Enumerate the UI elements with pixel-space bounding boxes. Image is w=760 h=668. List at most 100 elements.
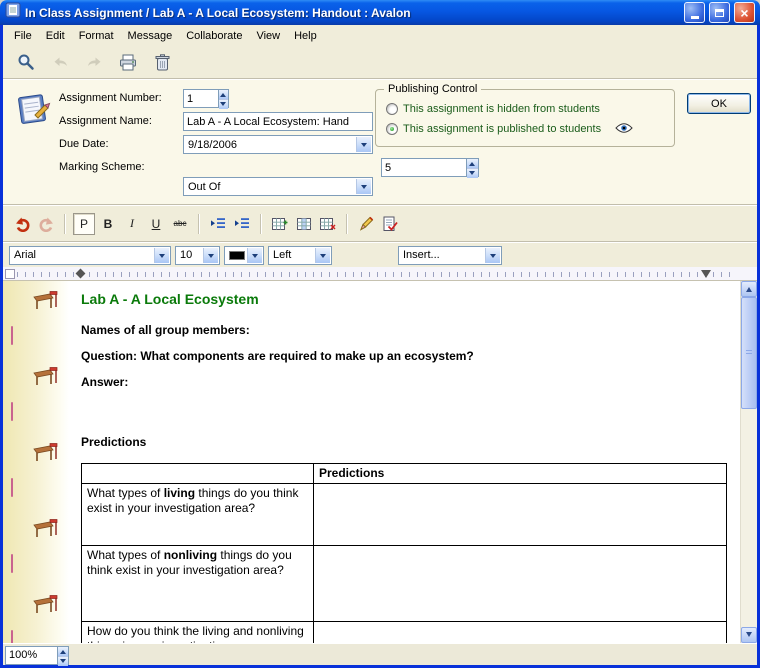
delete-icon[interactable] <box>149 50 175 74</box>
maximize-button[interactable] <box>709 2 730 23</box>
marking-points-input[interactable] <box>381 158 466 177</box>
table-question-cell[interactable]: What types of nonliving things do you th… <box>82 546 314 622</box>
font-family-dropdown[interactable]: Arial <box>9 246 171 265</box>
spin-down-icon[interactable] <box>219 100 228 109</box>
assignment-number-input[interactable] <box>183 89 218 108</box>
assignment-name-input[interactable] <box>183 112 373 131</box>
due-date-dropdown[interactable]: 9/18/2006 <box>183 135 373 154</box>
publishing-control-group: Publishing Control This assignment is hi… <box>375 89 675 147</box>
undo-icon[interactable] <box>11 213 33 235</box>
radio-hidden-label: This assignment is hidden from students <box>403 103 600 115</box>
minimize-button[interactable] <box>684 2 705 23</box>
desk-icon <box>33 289 59 313</box>
question-text: What types of <box>87 486 164 500</box>
indent-icon[interactable] <box>231 213 253 235</box>
assignment-number-stepper[interactable] <box>183 89 229 108</box>
menu-file[interactable]: File <box>7 28 39 44</box>
ok-button[interactable]: OK <box>687 93 751 114</box>
search-icon[interactable] <box>13 50 39 74</box>
table-answer-cell[interactable] <box>314 546 727 622</box>
alignment-dropdown[interactable]: Left <box>268 246 332 265</box>
table-corner-cell[interactable] <box>82 464 314 484</box>
table-answer-cell[interactable] <box>314 622 727 644</box>
assignment-number-label: Assignment Number: <box>59 89 177 108</box>
window-body: File Edit Format Message Collaborate Vie… <box>0 25 760 668</box>
radio-icon[interactable] <box>386 123 398 135</box>
font-family-value: Arial <box>14 249 36 261</box>
ruler-ticks <box>17 272 737 277</box>
redo-icon <box>35 213 57 235</box>
question-text: How do you think the living and nonlivin… <box>87 624 304 643</box>
spin-up-icon[interactable] <box>219 90 228 100</box>
names-line: Names of all group members: <box>81 323 726 337</box>
scrollbar-track[interactable] <box>741 297 757 627</box>
insert-table-icon[interactable] <box>269 213 291 235</box>
chevron-down-icon[interactable] <box>247 248 262 263</box>
toolbar-separator <box>198 214 200 234</box>
zoom-stepper[interactable] <box>5 646 69 664</box>
underline-button[interactable]: U <box>145 213 167 235</box>
font-color-dropdown[interactable] <box>224 246 264 265</box>
alignment-value: Left <box>273 249 291 261</box>
table-question-cell[interactable]: How do you think the living and nonlivin… <box>82 622 314 644</box>
table-cells-icon[interactable] <box>317 213 339 235</box>
chevron-down-icon[interactable] <box>203 248 218 263</box>
vertical-scrollbar[interactable] <box>740 281 757 643</box>
due-date-value: 9/18/2006 <box>188 139 237 151</box>
document-editor[interactable]: Lab A - A Local Ecosystem Names of all g… <box>69 281 740 643</box>
ruler <box>3 267 757 281</box>
question-bold-word: living <box>164 486 195 500</box>
approve-icon[interactable] <box>379 213 401 235</box>
spin-down-icon[interactable] <box>58 657 68 666</box>
radio-published-option[interactable]: This assignment is published to students <box>386 123 601 135</box>
marking-scheme-dropdown[interactable]: Out Of <box>183 177 373 196</box>
document-area: Lab A - A Local Ecosystem Names of all g… <box>3 281 757 643</box>
chevron-down-icon[interactable] <box>356 179 371 194</box>
chevron-down-icon[interactable] <box>356 137 371 152</box>
italic-button[interactable]: I <box>121 213 143 235</box>
toolbar-separator <box>260 214 262 234</box>
scroll-up-icon[interactable] <box>741 281 757 297</box>
table-answer-cell[interactable] <box>314 484 727 546</box>
marking-points-stepper[interactable] <box>381 158 479 177</box>
menu-message[interactable]: Message <box>121 28 180 44</box>
menu-edit[interactable]: Edit <box>39 28 72 44</box>
close-button[interactable]: × <box>734 2 755 23</box>
zoom-input[interactable] <box>5 646 57 665</box>
chevron-down-icon[interactable] <box>154 248 169 263</box>
chevron-down-icon[interactable] <box>485 248 500 263</box>
menu-help[interactable]: Help <box>287 28 324 44</box>
scroll-down-icon[interactable] <box>741 627 757 643</box>
print-icon[interactable] <box>115 50 141 74</box>
plain-text-button[interactable]: abc <box>169 213 191 235</box>
right-indent-marker[interactable] <box>701 270 711 283</box>
table-question-cell[interactable]: What types of living things do you think… <box>82 484 314 546</box>
radio-icon[interactable] <box>386 103 398 115</box>
bold-button[interactable]: B <box>97 213 119 235</box>
table-header-predictions[interactable]: Predictions <box>314 464 727 484</box>
table-columns-icon[interactable] <box>293 213 315 235</box>
desk-icon <box>33 365 59 389</box>
toolbar-separator <box>64 214 66 234</box>
spin-up-icon[interactable] <box>467 159 478 169</box>
spin-down-icon[interactable] <box>467 169 478 178</box>
paragraph-style-button[interactable]: P <box>73 213 95 235</box>
menu-collaborate[interactable]: Collaborate <box>179 28 249 44</box>
spin-up-icon[interactable] <box>58 647 68 657</box>
insert-dropdown[interactable]: Insert... <box>398 246 502 265</box>
scrollbar-thumb[interactable] <box>741 297 757 409</box>
menu-format[interactable]: Format <box>72 28 121 44</box>
spellcheck-icon[interactable] <box>355 213 377 235</box>
question-text: What types of <box>87 548 164 562</box>
chevron-down-icon[interactable] <box>315 248 330 263</box>
insert-value: Insert... <box>403 249 440 261</box>
title-bar[interactable]: In Class Assignment / Lab A - A Local Ec… <box>0 0 760 25</box>
tab-selector-icon[interactable] <box>5 269 15 279</box>
eraser-icon <box>11 555 13 579</box>
font-size-dropdown[interactable]: 10 <box>175 246 220 265</box>
menu-view[interactable]: View <box>249 28 287 44</box>
predictions-table: Predictions What types of living things … <box>81 463 727 643</box>
eraser-icon <box>11 327 13 351</box>
radio-hidden-option[interactable]: This assignment is hidden from students <box>386 103 600 115</box>
outdent-icon[interactable] <box>207 213 229 235</box>
